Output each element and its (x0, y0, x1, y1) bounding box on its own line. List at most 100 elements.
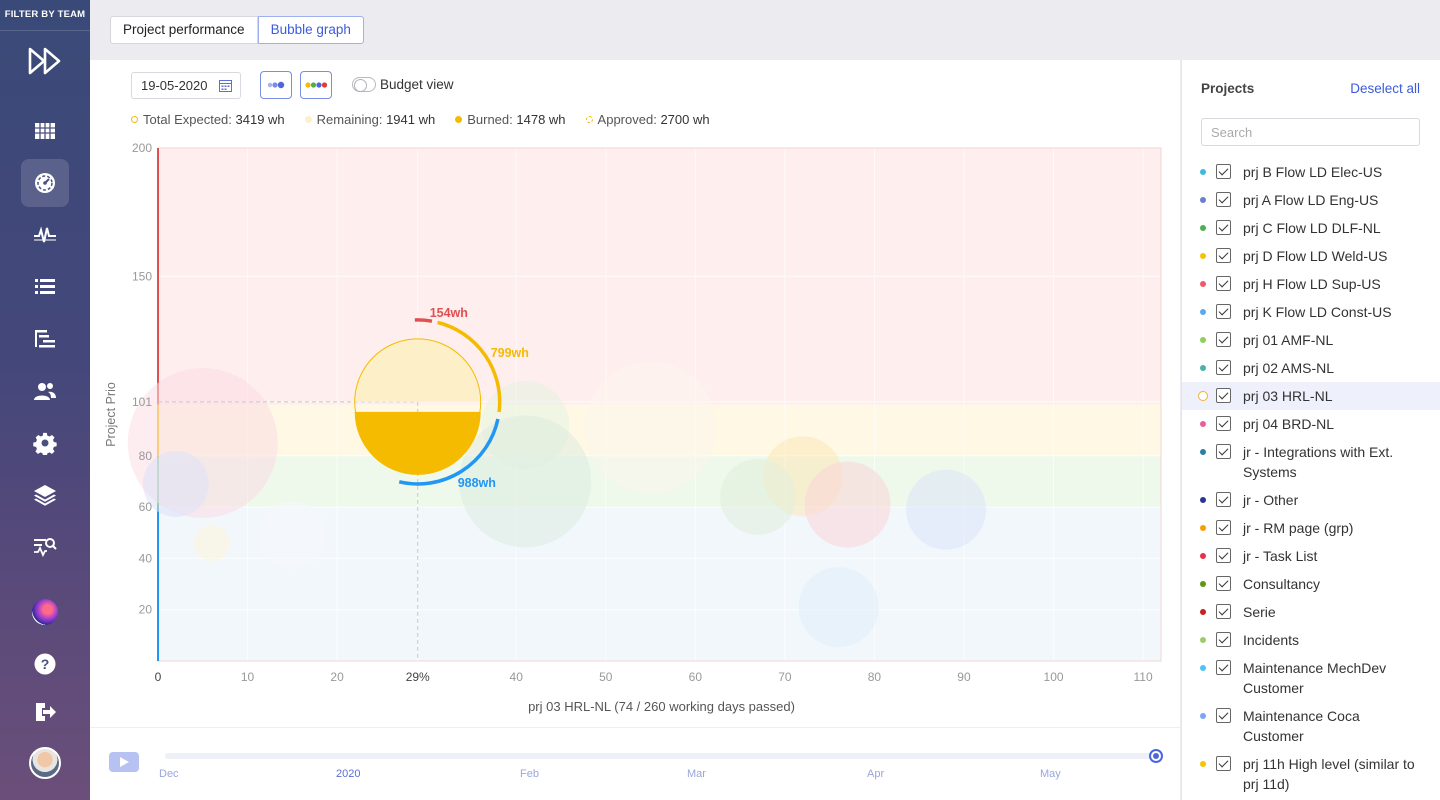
project-checkbox[interactable] (1216, 332, 1231, 347)
view-tabs: Project performance Bubble graph (110, 16, 364, 44)
project-color-dot (1200, 281, 1206, 287)
project-item[interactable]: prj A Flow LD Eng-US (1182, 186, 1440, 214)
project-checkbox[interactable] (1216, 192, 1231, 207)
month-label: May (1040, 768, 1061, 780)
svg-text:?: ? (41, 656, 50, 672)
project-bubble (798, 567, 879, 648)
project-item[interactable]: Maintenance MechDev Customer (1182, 654, 1440, 702)
report-search-icon[interactable] (21, 523, 69, 571)
project-item[interactable]: prj 11h High level (similar to prj 11d) (1182, 750, 1440, 798)
dashboard-icon[interactable] (21, 159, 69, 207)
project-search-input[interactable] (1201, 118, 1420, 146)
blue-dots-icon (267, 81, 285, 89)
project-checkbox[interactable] (1216, 708, 1231, 723)
project-checkbox[interactable] (1216, 576, 1231, 591)
project-item[interactable]: prj H Flow LD Sup-US (1182, 270, 1440, 298)
project-checkbox[interactable] (1216, 492, 1231, 507)
project-item[interactable]: prj C Flow LD DLF-NL (1182, 214, 1440, 242)
project-color-dot (1200, 169, 1206, 175)
project-checkbox[interactable] (1216, 248, 1231, 263)
budget-view-toggle[interactable] (352, 77, 376, 92)
tab-project-performance[interactable]: Project performance (110, 16, 258, 44)
timeline: Dec 2020 Feb Mar Apr May (90, 727, 1180, 800)
project-label: prj 11h High level (similar to prj 11d) (1243, 756, 1415, 792)
project-item[interactable]: Incidents (1182, 626, 1440, 654)
project-item[interactable]: prj B Flow LD Elec-US (1182, 158, 1440, 186)
project-item[interactable]: Consultancy (1182, 570, 1440, 598)
project-bubble (804, 461, 891, 548)
timeline-handle[interactable] (1149, 749, 1163, 763)
list-icon[interactable] (21, 263, 69, 311)
project-color-dot (1200, 553, 1206, 559)
project-item[interactable]: Serie (1182, 598, 1440, 626)
multi-color-button[interactable] (300, 71, 332, 99)
project-item[interactable]: jr - Integrations with Ext. Systems (1182, 438, 1440, 486)
project-checkbox[interactable] (1216, 416, 1231, 431)
tab-bubble-graph[interactable]: Bubble graph (257, 16, 364, 44)
bubble-chart: 20 40 60 80 101 150 200 0 10 20 29% 40 50 60 70 80 90 100… (104, 141, 1162, 714)
y-tick-label: 20 (139, 603, 153, 617)
x-tick-label: 29% (406, 670, 430, 684)
y-tick-label: 40 (139, 551, 153, 565)
project-label: jr - Integrations with Ext. Systems (1243, 444, 1394, 480)
x-axis-label: prj 03 HRL-NL (74 / 260 working days pas… (528, 699, 795, 714)
chart-panel: 19-05-2020 Budget view Total Expected: 3… (90, 60, 1180, 800)
gear-icon[interactable] (21, 419, 69, 467)
users-icon[interactable] (21, 367, 69, 415)
y-axis-label: Project Prio (104, 382, 118, 447)
y-tick-label: 60 (139, 500, 153, 514)
project-label: prj 04 BRD-NL (1243, 416, 1335, 432)
timeline-track[interactable] (165, 753, 1157, 759)
logout-icon[interactable] (21, 688, 69, 736)
project-item[interactable]: prj 03 HRL-NL (1182, 382, 1440, 410)
project-checkbox[interactable] (1216, 388, 1231, 403)
orb-icon[interactable] (32, 599, 58, 625)
project-checkbox[interactable] (1216, 520, 1231, 535)
project-checkbox[interactable] (1216, 444, 1231, 459)
tree-list-icon[interactable] (21, 315, 69, 363)
project-checkbox[interactable] (1216, 304, 1231, 319)
project-item[interactable]: jr - Other (1182, 486, 1440, 514)
project-checkbox[interactable] (1216, 660, 1231, 675)
play-button[interactable] (109, 752, 139, 772)
activity-icon[interactable] (21, 211, 69, 259)
project-color-dot (1200, 365, 1206, 371)
project-item[interactable]: prj 04 BRD-NL (1182, 410, 1440, 438)
project-item[interactable]: jr - RM page (grp) (1182, 514, 1440, 542)
project-label: Consultancy (1243, 576, 1321, 592)
project-item[interactable]: prj 02 AMS-NL (1182, 354, 1440, 382)
project-list: prj B Flow LD Elec-US prj A Flow LD Eng-U… (1182, 158, 1440, 800)
project-checkbox[interactable] (1216, 220, 1231, 235)
project-label: prj C Flow LD DLF-NL (1243, 220, 1381, 236)
sidebar: FILTER BY TEAM ? (0, 0, 90, 800)
project-item[interactable]: Maintenance Coca Customer (1182, 702, 1440, 750)
project-checkbox[interactable] (1216, 632, 1231, 647)
avatar[interactable] (29, 747, 61, 779)
project-checkbox[interactable] (1216, 276, 1231, 291)
project-item[interactable]: prj 01 AMF-NL (1182, 326, 1440, 354)
project-item[interactable]: prj K Flow LD Const-US (1182, 298, 1440, 326)
help-icon[interactable]: ? (21, 640, 69, 688)
approved-arc (414, 318, 433, 323)
grid-icon[interactable] (21, 107, 69, 155)
x-tick-label: 100 (1044, 670, 1064, 684)
date-field[interactable]: 19-05-2020 (131, 72, 241, 99)
mono-color-button[interactable] (260, 71, 292, 99)
calendar-icon[interactable] (219, 79, 232, 92)
project-item[interactable]: jr - Task List (1182, 542, 1440, 570)
app-logo-icon[interactable] (28, 46, 64, 76)
project-checkbox[interactable] (1216, 360, 1231, 375)
filter-by-team-label[interactable]: FILTER BY TEAM (0, 0, 90, 31)
project-checkbox[interactable] (1216, 548, 1231, 563)
project-item[interactable]: prj D Flow LD Weld-US (1182, 242, 1440, 270)
deselect-all-link[interactable]: Deselect all (1350, 81, 1420, 96)
month-label: Mar (687, 768, 706, 780)
project-color-dot (1200, 713, 1206, 719)
project-label: prj B Flow LD Elec-US (1243, 164, 1383, 180)
project-checkbox[interactable] (1216, 164, 1231, 179)
project-color-dot (1198, 391, 1208, 401)
y-tick-label: 200 (132, 141, 152, 155)
project-checkbox[interactable] (1216, 604, 1231, 619)
project-checkbox[interactable] (1216, 756, 1231, 771)
layers-icon[interactable] (21, 471, 69, 519)
